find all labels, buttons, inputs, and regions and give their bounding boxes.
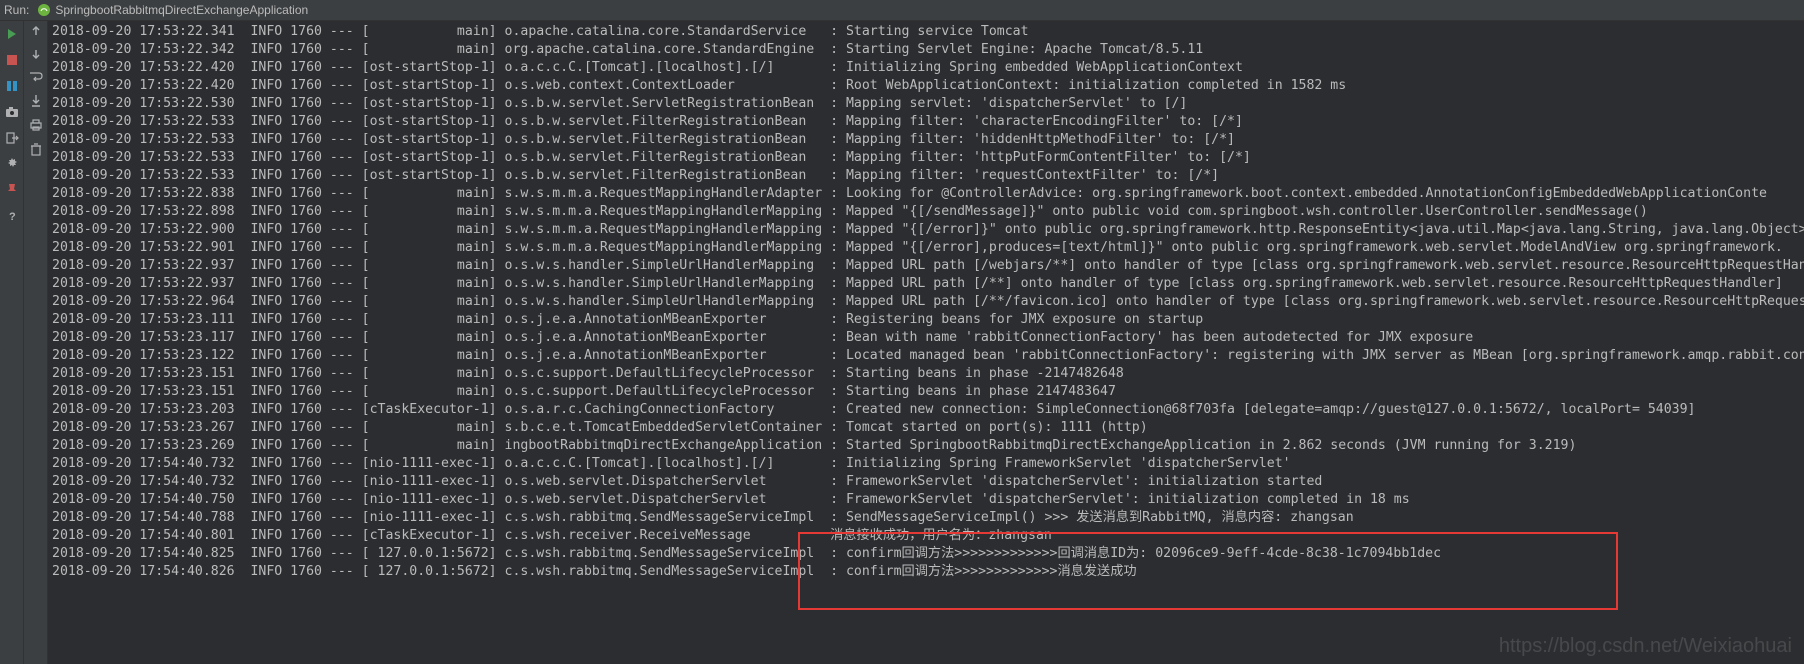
rerun-icon[interactable]	[3, 25, 21, 43]
log-line: 2018-09-20 17:53:22.420 INFO 1760 --- [o…	[52, 77, 1800, 95]
log-line: 2018-09-20 17:53:22.937 INFO 1760 --- [ …	[52, 275, 1800, 293]
log-line: 2018-09-20 17:54:40.826 INFO 1760 --- [ …	[52, 563, 1800, 581]
log-line: 2018-09-20 17:53:22.533 INFO 1760 --- [o…	[52, 131, 1800, 149]
console-toolbar	[24, 21, 48, 664]
log-line: 2018-09-20 17:53:23.111 INFO 1760 --- [ …	[52, 311, 1800, 329]
log-line: 2018-09-20 17:53:23.267 INFO 1760 --- [ …	[52, 419, 1800, 437]
console-output[interactable]: 2018-09-20 17:53:22.341 INFO 1760 --- [ …	[48, 21, 1804, 583]
log-line: 2018-09-20 17:54:40.825 INFO 1760 --- [ …	[52, 545, 1800, 563]
spring-icon	[37, 3, 51, 17]
log-line: 2018-09-20 17:53:22.533 INFO 1760 --- [o…	[52, 167, 1800, 185]
log-line: 2018-09-20 17:53:23.269 INFO 1760 --- [ …	[52, 437, 1800, 455]
svg-text:?: ?	[9, 211, 16, 223]
log-line: 2018-09-20 17:53:22.937 INFO 1760 --- [ …	[52, 257, 1800, 275]
up-icon[interactable]	[30, 25, 42, 40]
log-line: 2018-09-20 17:54:40.788 INFO 1760 --- [n…	[52, 509, 1800, 527]
main-area: ? 2018-09-20 17:53:22.341 INFO 1760 --- …	[0, 21, 1804, 664]
log-line: 2018-09-20 17:53:22.533 INFO 1760 --- [o…	[52, 149, 1800, 167]
log-line: 2018-09-20 17:53:22.420 INFO 1760 --- [o…	[52, 59, 1800, 77]
log-line: 2018-09-20 17:53:23.151 INFO 1760 --- [ …	[52, 365, 1800, 383]
log-line: 2018-09-20 17:53:22.901 INFO 1760 --- [ …	[52, 239, 1800, 257]
run-tab-title[interactable]: SpringbootRabbitmqDirectExchangeApplicat…	[55, 3, 308, 17]
log-line: 2018-09-20 17:53:23.151 INFO 1760 --- [ …	[52, 383, 1800, 401]
pin-icon[interactable]	[3, 181, 21, 199]
log-line: 2018-09-20 17:54:40.750 INFO 1760 --- [n…	[52, 491, 1800, 509]
pause-icon[interactable]	[3, 77, 21, 95]
exit-icon[interactable]	[3, 129, 21, 147]
print-icon[interactable]	[29, 119, 43, 134]
camera-icon[interactable]	[3, 103, 21, 121]
log-line: 2018-09-20 17:53:22.342 INFO 1760 --- [ …	[52, 41, 1800, 59]
log-line: 2018-09-20 17:53:23.203 INFO 1760 --- [c…	[52, 401, 1800, 419]
help-icon[interactable]: ?	[3, 207, 21, 225]
log-line: 2018-09-20 17:53:22.898 INFO 1760 --- [ …	[52, 203, 1800, 221]
log-line: 2018-09-20 17:53:23.122 INFO 1760 --- [ …	[52, 347, 1800, 365]
log-line: 2018-09-20 17:54:40.801 INFO 1760 --- [c…	[52, 527, 1800, 545]
run-label: Run:	[4, 3, 29, 17]
down-icon[interactable]	[30, 48, 42, 63]
log-line: 2018-09-20 17:53:22.533 INFO 1760 --- [o…	[52, 113, 1800, 131]
clear-icon[interactable]	[30, 142, 42, 159]
log-line: 2018-09-20 17:54:40.732 INFO 1760 --- [n…	[52, 473, 1800, 491]
log-line: 2018-09-20 17:53:22.838 INFO 1760 --- [ …	[52, 185, 1800, 203]
run-tab-bar: Run: SpringbootRabbitmqDirectExchangeApp…	[0, 0, 1804, 21]
log-line: 2018-09-20 17:53:22.341 INFO 1760 --- [ …	[52, 23, 1800, 41]
console-wrap: 2018-09-20 17:53:22.341 INFO 1760 --- [ …	[48, 21, 1804, 664]
settings-icon[interactable]	[3, 155, 21, 173]
run-toolbar-left: ?	[0, 21, 24, 664]
log-line: 2018-09-20 17:53:22.900 INFO 1760 --- [ …	[52, 221, 1800, 239]
log-line: 2018-09-20 17:54:40.732 INFO 1760 --- [n…	[52, 455, 1800, 473]
scroll-to-end-icon[interactable]	[30, 94, 42, 111]
log-line: 2018-09-20 17:53:22.530 INFO 1760 --- [o…	[52, 95, 1800, 113]
softwrap-icon[interactable]	[29, 71, 43, 86]
stop-icon[interactable]	[3, 51, 21, 69]
log-line: 2018-09-20 17:53:23.117 INFO 1760 --- [ …	[52, 329, 1800, 347]
log-line: 2018-09-20 17:53:22.964 INFO 1760 --- [ …	[52, 293, 1800, 311]
